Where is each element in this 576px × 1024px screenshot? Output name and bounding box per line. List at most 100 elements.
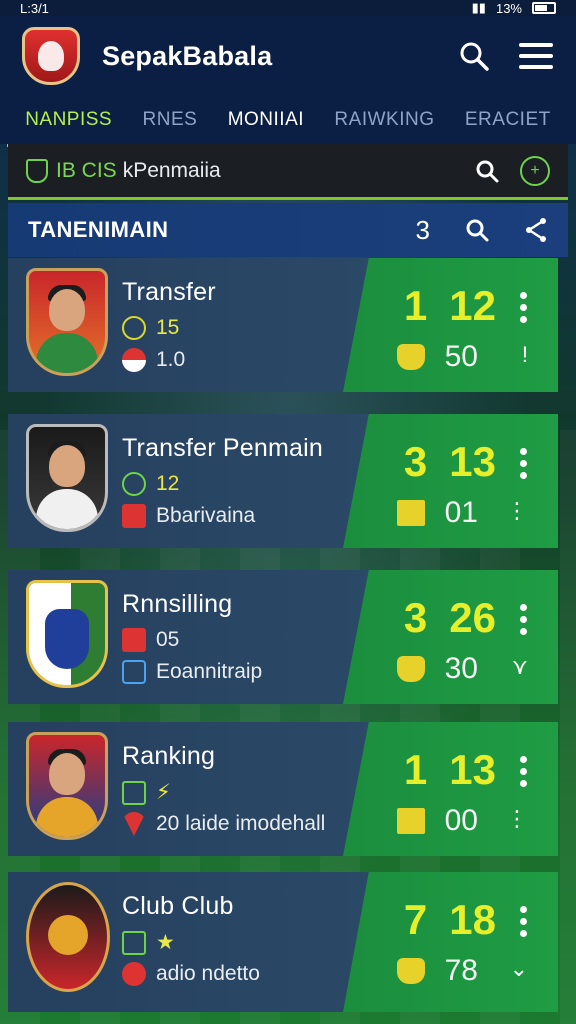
menu-button[interactable] (518, 38, 554, 74)
pitch-icon (122, 472, 146, 496)
search-button[interactable] (456, 38, 492, 74)
score-a: 1 (403, 282, 428, 329)
card-stat2: 1.0 (156, 348, 186, 371)
card-trail: ⋮ (506, 498, 528, 523)
more-options-button[interactable] (520, 448, 528, 479)
status-icons: ▮▮ 13% (472, 0, 556, 16)
card-sub: 30 (444, 652, 478, 685)
card-sub: 00 (444, 804, 478, 837)
logo-emblem (38, 41, 64, 71)
plus-icon (122, 780, 146, 805)
card-stat2: Bbarivaina (156, 504, 256, 527)
status-bar: L:3/1 ▮▮ 13% (0, 0, 576, 16)
search-icon[interactable] (464, 217, 490, 243)
score-a: 7 (403, 896, 428, 943)
section-header: TANENIMAIN 3 (8, 203, 568, 257)
card-sub: 78 (444, 954, 478, 987)
plus-icon: + (530, 161, 540, 179)
player-badge (26, 268, 108, 376)
crown-icon (396, 958, 425, 984)
score-b: 18 (449, 896, 496, 943)
tab-1[interactable]: RNES (139, 101, 202, 139)
battery-icon (532, 2, 556, 14)
expand-chevron[interactable]: ⌄ (510, 956, 528, 982)
battery-percent: 13% (495, 0, 522, 16)
shield-icon (26, 158, 48, 183)
club-badge (26, 580, 108, 688)
player-card[interactable]: Transfer Penmain 12 Bbarivaina 3 13 01 ⋮ (8, 414, 558, 548)
filter-label: IB CIS kPenmaiia (56, 159, 221, 183)
club-card[interactable]: Club Club ★ adio ndetto 7 18 78 ⌄ (8, 872, 558, 1012)
crown-icon (396, 344, 425, 370)
flag-icon (122, 812, 146, 836)
card-name: Rnnsilling (122, 590, 233, 618)
search-icon[interactable] (474, 158, 500, 184)
player-card[interactable]: Ranking ⚡ 20 laide imodehall 1 13 00 ⋮ (8, 722, 558, 856)
score: 3 26 (404, 594, 496, 642)
card-stat1: 15 (156, 316, 180, 339)
card-stat2: adio ndetto (156, 962, 260, 985)
score-a: 3 (403, 438, 428, 485)
shield-icon (122, 930, 146, 955)
status-time: L:3/1 (20, 0, 49, 16)
more-options-button[interactable] (520, 756, 528, 787)
shield-icon (122, 628, 146, 652)
card-stat2: Eoannitraip (156, 660, 263, 683)
filter-code: IB CIS (56, 158, 117, 182)
section-count: 3 (415, 214, 430, 245)
score-a: 1 (403, 746, 428, 793)
score-b: 26 (449, 594, 496, 641)
card-stat1: 05 (156, 628, 180, 651)
player-card[interactable]: Transfer 15 1.0 1 12 50 ! (8, 258, 558, 392)
card-stat1: ⚡ (156, 781, 171, 804)
tab-4[interactable]: ERACIET (461, 101, 555, 139)
trophy-icon (396, 808, 425, 834)
shield-icon (122, 504, 146, 528)
target-icon (122, 316, 146, 340)
flag-icon (122, 348, 146, 372)
card-stat1: 12 (156, 472, 180, 495)
hamburger-icon (519, 43, 553, 69)
add-filter-button[interactable]: + (520, 155, 550, 186)
score: 3 13 (404, 438, 496, 486)
card-sub: 01 (444, 496, 478, 529)
section-title: TANENIMAIN (28, 217, 169, 242)
trophy-icon (396, 500, 425, 526)
card-trail: ⋮ (506, 806, 528, 831)
score-a: 3 (403, 594, 428, 641)
tab-0[interactable]: NANPISS (7, 101, 131, 147)
tab-3[interactable]: RAIWKING (330, 101, 438, 139)
filter-strip[interactable]: IB CIS kPenmaiia + (8, 144, 568, 200)
more-options-button[interactable] (520, 604, 528, 635)
card-name: Transfer Penmain (122, 434, 323, 462)
score: 1 12 (404, 282, 496, 330)
player-badge (26, 424, 108, 532)
score-b: 13 (449, 746, 496, 793)
app-header: SepakBabala (0, 16, 576, 96)
score: 7 18 (404, 896, 496, 944)
share-icon[interactable] (524, 217, 548, 243)
score: 1 13 (404, 746, 496, 794)
search-icon (460, 42, 489, 71)
player-card[interactable]: Rnnsilling 05 Eoannitraip 3 26 30 ⋎ (8, 570, 558, 704)
score-b: 12 (449, 282, 496, 329)
card-name: Ranking (122, 742, 216, 770)
more-options-button[interactable] (520, 906, 528, 937)
more-options-button[interactable] (520, 292, 528, 323)
club-badge (26, 882, 110, 992)
card-stat2: 20 laide imodehall (156, 812, 326, 835)
card-sub: 50 (444, 340, 478, 373)
card-icon (122, 660, 146, 684)
score-b: 13 (449, 438, 496, 485)
star-badge-icon (122, 962, 146, 986)
crown-icon (396, 656, 425, 682)
app-title: SepakBabala (102, 40, 273, 71)
tab-2[interactable]: MONIIAI (224, 101, 308, 139)
signal-icon: ▮▮ (471, 0, 486, 15)
card-stat1: ★ (156, 931, 175, 954)
card-name: Transfer (122, 278, 216, 306)
tab-bar: NANPISS RNES MONIIAI RAIWKING ERACIET (0, 96, 576, 147)
filter-text: kPenmaiia (122, 158, 221, 182)
player-badge (26, 732, 108, 840)
card-name: Club Club (122, 892, 234, 920)
